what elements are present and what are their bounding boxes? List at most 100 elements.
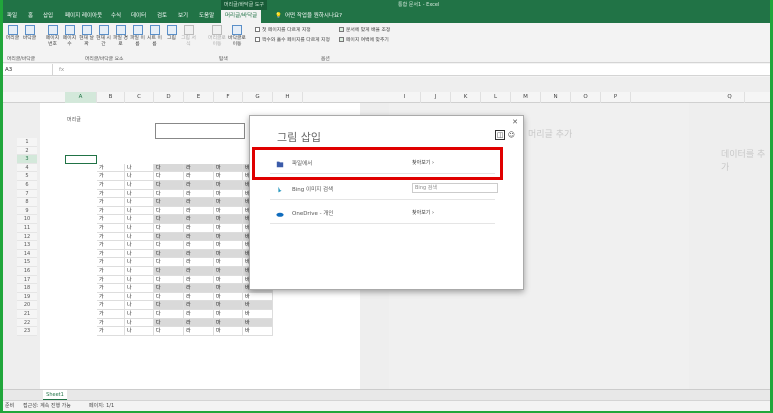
- table-cell[interactable]: 나: [125, 241, 154, 250]
- table-cell[interactable]: 다: [154, 163, 184, 173]
- table-cell[interactable]: 라: [184, 258, 214, 267]
- table-cell[interactable]: 마: [214, 267, 243, 276]
- status-accessibility[interactable]: 접근성: 계속 진행 가능: [23, 401, 71, 411]
- column-header[interactable]: F: [214, 92, 243, 103]
- camera-icon[interactable]: ◫: [494, 130, 506, 140]
- table-cell[interactable]: 마: [214, 232, 243, 242]
- column-header[interactable]: D: [154, 92, 184, 103]
- table-cell[interactable]: 라: [184, 215, 214, 224]
- column-header[interactable]: N: [541, 92, 571, 103]
- add-header-placeholder[interactable]: 머리글 추가: [528, 127, 572, 140]
- table-cell[interactable]: 라: [184, 318, 214, 328]
- table-cell[interactable]: 다: [154, 206, 184, 216]
- table-cell[interactable]: 마: [214, 310, 243, 319]
- table-cell[interactable]: 나: [125, 181, 154, 190]
- tell-me-search[interactable]: 어떤 작업을 원하시나요?: [285, 10, 342, 23]
- table-cell[interactable]: 마: [214, 292, 243, 302]
- table-cell[interactable]: 나: [125, 215, 154, 224]
- table-cell[interactable]: 라: [184, 206, 214, 216]
- row-header[interactable]: 1: [17, 138, 37, 147]
- table-cell[interactable]: 가: [97, 181, 125, 190]
- table-cell[interactable]: 마: [214, 181, 243, 190]
- table-cell[interactable]: 나: [125, 267, 154, 276]
- page-number-button[interactable]: 페이지 번호: [45, 25, 60, 48]
- table-cell[interactable]: 바: [243, 292, 273, 302]
- column-header[interactable]: A: [65, 92, 97, 103]
- table-cell[interactable]: 마: [214, 318, 243, 328]
- row-header[interactable]: 14: [17, 249, 37, 259]
- table-cell[interactable]: 가: [97, 292, 125, 302]
- row-header[interactable]: 13: [17, 241, 37, 250]
- name-box[interactable]: A3: [3, 64, 53, 76]
- table-cell[interactable]: 나: [125, 292, 154, 302]
- row-header[interactable]: 20: [17, 301, 37, 310]
- table-cell[interactable]: 다: [154, 249, 184, 259]
- table-cell[interactable]: 바: [243, 327, 273, 336]
- table-cell[interactable]: 다: [154, 267, 184, 276]
- table-cell[interactable]: 마: [214, 163, 243, 173]
- table-cell[interactable]: 다: [154, 275, 184, 285]
- footer-button[interactable]: 바닥글: [22, 25, 37, 42]
- column-header[interactable]: L: [481, 92, 511, 103]
- row-header[interactable]: 23: [17, 327, 37, 336]
- file-path-button[interactable]: 파일 경로: [113, 25, 128, 48]
- add-data-placeholder[interactable]: 데이터를 추가: [721, 147, 770, 173]
- table-cell[interactable]: 가: [97, 267, 125, 276]
- table-cell[interactable]: 마: [214, 301, 243, 310]
- column-header[interactable]: E: [184, 92, 214, 103]
- table-cell[interactable]: 라: [184, 198, 214, 207]
- row-header[interactable]: 22: [17, 318, 37, 328]
- table-cell[interactable]: 가: [97, 206, 125, 216]
- table-cell[interactable]: 다: [154, 215, 184, 224]
- onedrive-browse-link[interactable]: 찾아보기 ›: [412, 209, 434, 216]
- header-button[interactable]: 머리글: [5, 25, 20, 42]
- sheet-tab[interactable]: Sheet1: [43, 390, 67, 400]
- table-cell[interactable]: 라: [184, 241, 214, 250]
- option-different-odd-even[interactable]: 짝수와 홀수 페이지를 다르게 지정: [255, 37, 330, 44]
- table-cell[interactable]: 마: [214, 284, 243, 293]
- close-icon[interactable]: ✕: [512, 118, 518, 126]
- table-cell[interactable]: 가: [97, 163, 125, 173]
- table-cell[interactable]: 마: [214, 189, 243, 199]
- row-header[interactable]: 8: [17, 198, 37, 207]
- onedrive-row[interactable]: OneDrive - 개인 찾아보기 ›: [270, 204, 495, 224]
- go-to-footer-button[interactable]: 바닥글로 이동: [228, 25, 246, 48]
- row-header[interactable]: 19: [17, 292, 37, 302]
- table-cell[interactable]: 가: [97, 249, 125, 259]
- column-header[interactable]: J: [421, 92, 451, 103]
- header-input-box[interactable]: [155, 123, 245, 139]
- bing-search-input[interactable]: Bing 검색: [412, 183, 498, 193]
- row-header[interactable]: 3: [17, 155, 37, 164]
- table-cell[interactable]: 가: [97, 224, 125, 233]
- option-scale-with-document[interactable]: 문서에 맞게 배율 조정: [339, 27, 390, 34]
- menu-page-layout[interactable]: 페이지 레이아웃: [65, 10, 102, 23]
- table-cell[interactable]: 가: [97, 215, 125, 224]
- picture-button[interactable]: 그림: [164, 25, 179, 42]
- table-cell[interactable]: 다: [154, 258, 184, 267]
- sheet-name-button[interactable]: 시트 이름: [147, 25, 162, 48]
- current-date-button[interactable]: 현재 날짜: [79, 25, 94, 48]
- menu-header-footer[interactable]: 머리글/바닥글: [221, 10, 262, 23]
- table-cell[interactable]: 라: [184, 163, 214, 173]
- table-cell[interactable]: 가: [97, 232, 125, 242]
- row-header[interactable]: 6: [17, 181, 37, 190]
- table-cell[interactable]: 다: [154, 181, 184, 190]
- table-cell[interactable]: 가: [97, 189, 125, 199]
- row-header[interactable]: 12: [17, 232, 37, 242]
- table-cell[interactable]: 마: [214, 172, 243, 181]
- option-different-first-page[interactable]: 첫 페이지를 다르게 지정: [255, 27, 311, 34]
- row-header[interactable]: 5: [17, 172, 37, 181]
- table-cell[interactable]: 라: [184, 189, 214, 199]
- table-cell[interactable]: 다: [154, 310, 184, 319]
- table-cell[interactable]: 마: [214, 327, 243, 336]
- column-header[interactable]: H: [273, 92, 303, 103]
- table-cell[interactable]: 라: [184, 232, 214, 242]
- table-cell[interactable]: 라: [184, 284, 214, 293]
- table-cell[interactable]: 가: [97, 318, 125, 328]
- table-cell[interactable]: 가: [97, 172, 125, 181]
- active-cell[interactable]: [65, 155, 97, 165]
- table-cell[interactable]: 다: [154, 327, 184, 336]
- table-cell[interactable]: 라: [184, 224, 214, 233]
- table-cell[interactable]: 마: [214, 275, 243, 285]
- table-cell[interactable]: 마: [214, 224, 243, 233]
